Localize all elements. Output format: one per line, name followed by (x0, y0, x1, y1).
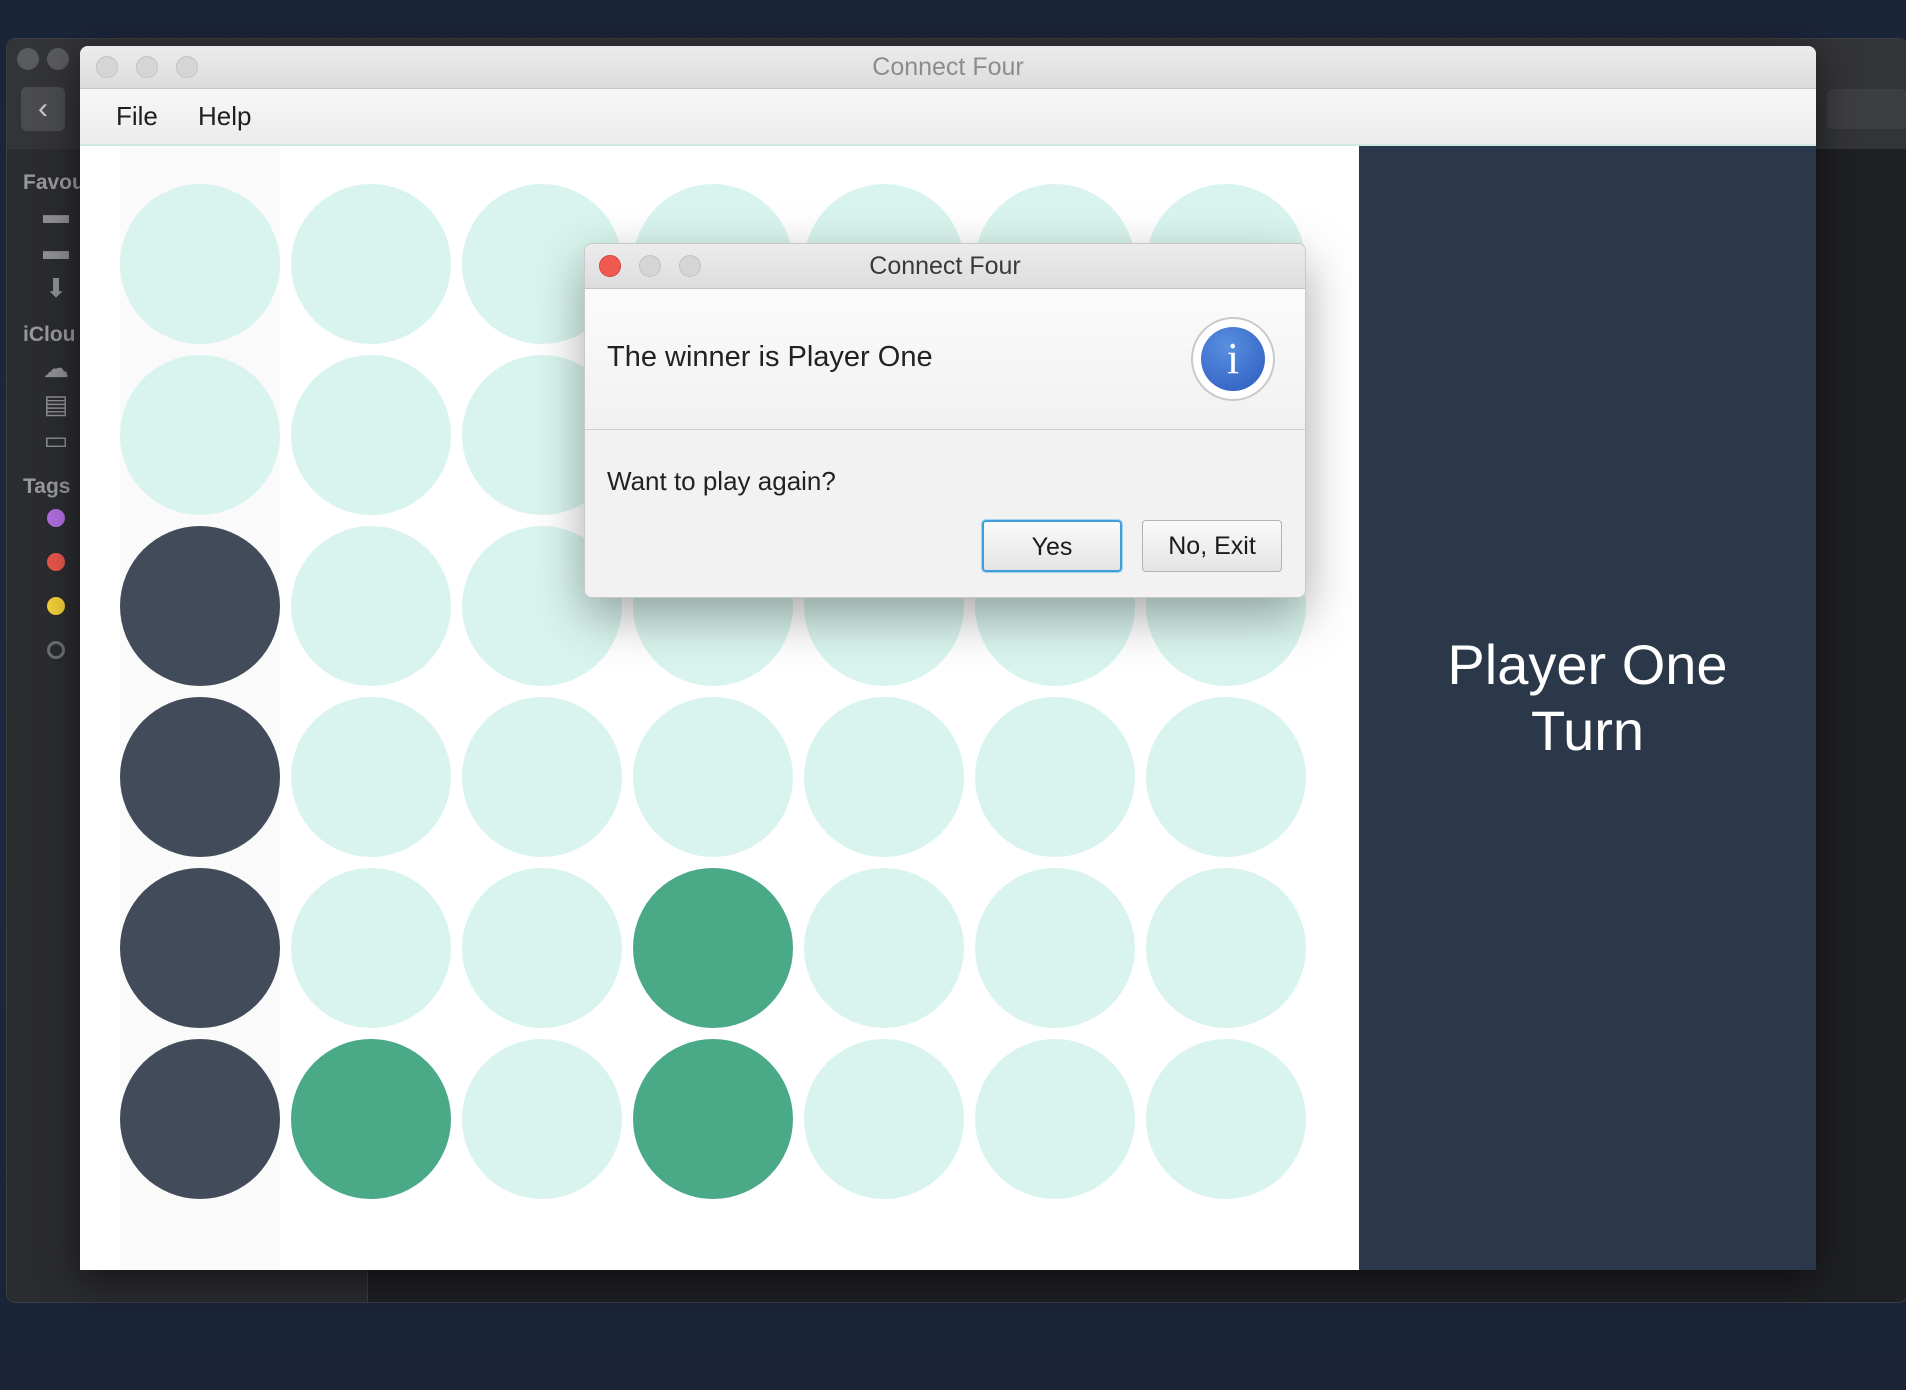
empty-cell[interactable] (291, 355, 451, 515)
menu-file[interactable]: File (96, 89, 178, 144)
empty-cell[interactable] (291, 868, 451, 1028)
empty-cell[interactable] (1146, 868, 1306, 1028)
winner-dialog: Connect Four The winner is Player One i … (584, 243, 1306, 598)
empty-cell[interactable] (1146, 1039, 1306, 1199)
player-one-disc[interactable] (120, 868, 280, 1028)
yes-button[interactable]: Yes (982, 520, 1122, 572)
folder-icon[interactable]: ▬ (39, 235, 73, 265)
empty-cell[interactable] (804, 697, 964, 857)
play-again-prompt: Want to play again? (607, 466, 836, 496)
sidebar-heading-favourites: Favou (23, 171, 85, 194)
dialog-title: Connect Four (869, 252, 1021, 280)
player-two-disc[interactable] (633, 868, 793, 1028)
turn-player: Player One (1447, 633, 1728, 696)
empty-cell[interactable] (975, 697, 1135, 857)
empty-cell[interactable] (975, 868, 1135, 1028)
empty-cell[interactable] (804, 868, 964, 1028)
sidebar-heading-tags: Tags (23, 475, 71, 498)
empty-cell[interactable] (462, 1039, 622, 1199)
empty-cell[interactable] (462, 697, 622, 857)
turn-panel: Player One Turn (1359, 146, 1816, 1270)
empty-cell[interactable] (1146, 697, 1306, 857)
turn-label: Turn (1530, 699, 1645, 762)
app-titlebar: Connect Four (80, 46, 1816, 89)
info-icon-frame: i (1191, 317, 1275, 401)
no-exit-button[interactable]: No, Exit (1142, 520, 1282, 572)
player-two-disc[interactable] (633, 1039, 793, 1199)
empty-cell[interactable] (633, 697, 793, 857)
turn-indicator: Player One Turn (1359, 632, 1816, 764)
desktop-icon[interactable]: ▭ (39, 425, 73, 455)
sidebar-heading-icloud: iClou (23, 323, 76, 346)
player-one-disc[interactable] (120, 697, 280, 857)
player-one-disc[interactable] (120, 1039, 280, 1199)
documents-icon[interactable]: ▤ (39, 389, 73, 419)
winner-message: The winner is Player One (607, 341, 933, 373)
empty-cell[interactable] (804, 1039, 964, 1199)
finder-minimize-button[interactable] (47, 48, 69, 70)
empty-cell[interactable] (120, 184, 280, 344)
player-two-disc[interactable] (291, 1039, 451, 1199)
folder-icon[interactable]: ▬ (39, 199, 73, 229)
window-title: Connect Four (872, 53, 1024, 81)
finder-toolbar-control[interactable] (1827, 89, 1906, 129)
tag-yellow[interactable] (47, 597, 65, 615)
dialog-header: The winner is Player One i (585, 289, 1305, 430)
menu-bar: File Help (80, 89, 1816, 146)
finder-close-button[interactable] (17, 48, 39, 70)
empty-cell[interactable] (291, 526, 451, 686)
tag-purple[interactable] (47, 509, 65, 527)
empty-cell[interactable] (975, 1039, 1135, 1199)
empty-cell[interactable] (291, 184, 451, 344)
tag-all-tags[interactable] (47, 641, 65, 659)
info-icon: i (1201, 327, 1265, 391)
menu-help[interactable]: Help (178, 89, 271, 144)
empty-cell[interactable] (291, 697, 451, 857)
dialog-titlebar: Connect Four (585, 244, 1305, 289)
cloud-icon[interactable]: ☁ (39, 353, 73, 383)
player-one-disc[interactable] (120, 526, 280, 686)
empty-cell[interactable] (462, 868, 622, 1028)
download-icon[interactable]: ⬇ (39, 273, 73, 303)
tag-red[interactable] (47, 553, 65, 571)
empty-cell[interactable] (120, 355, 280, 515)
connect-four-window: Connect Four File Help Player One Turn (80, 46, 1816, 1270)
back-icon[interactable]: ‹ (21, 87, 65, 131)
